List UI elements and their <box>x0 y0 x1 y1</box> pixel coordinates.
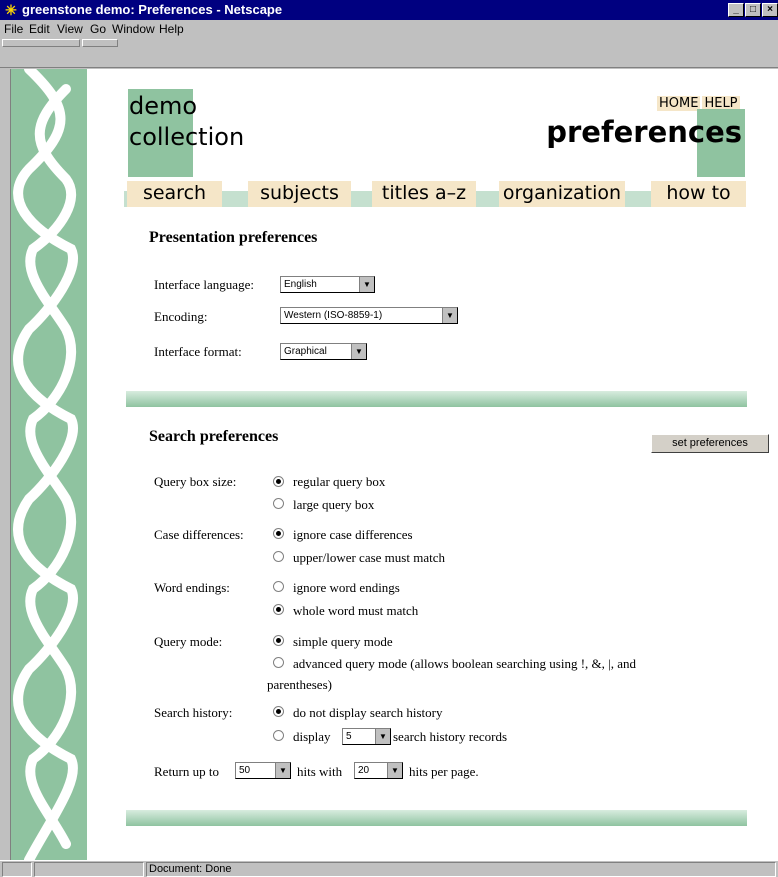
history-count-select[interactable]: 5 ▼ <box>342 728 391 745</box>
advanced-query-mode-radio[interactable] <box>273 657 284 668</box>
set-preferences-button[interactable]: set preferences <box>651 434 769 453</box>
page-content: demo collection HOME HELP preferences sea… <box>10 69 778 860</box>
menu-help[interactable]: Help <box>159 22 184 36</box>
display-history-radio[interactable] <box>273 730 284 741</box>
regular-query-box-label: regular query box <box>293 474 386 489</box>
large-query-box-label: large query box <box>293 497 375 512</box>
return-up-to-label: Return up to <box>154 764 219 779</box>
regular-query-box-radio[interactable] <box>273 476 284 487</box>
window-title-bar: ✳ greenstone demo: Preferences - Netscap… <box>0 0 778 20</box>
dropdown-arrow-icon: ▼ <box>359 277 374 292</box>
navigation-bar: search subjects titles a–z organization … <box>124 181 746 207</box>
search-history-label: Search history: <box>154 705 233 720</box>
interface-format-select[interactable]: Graphical ▼ <box>280 343 367 360</box>
interface-format-value: Graphical <box>284 346 327 357</box>
advanced-query-mode-label: advanced query mode (allows boolean sear… <box>293 656 637 671</box>
whole-word-label: whole word must match <box>293 603 419 618</box>
encoding-label: Encoding: <box>154 309 208 324</box>
dropdown-arrow-icon: ▼ <box>351 344 366 359</box>
advanced-query-mode-label-cont: parentheses) <box>267 677 332 692</box>
home-link[interactable]: HOME <box>657 96 701 111</box>
menu-edit[interactable]: Edit <box>29 22 50 36</box>
section-divider <box>126 810 747 826</box>
max-hits-value: 50 <box>239 765 251 776</box>
decorative-braid <box>11 69 87 860</box>
dropdown-arrow-icon: ▼ <box>275 763 290 778</box>
collection-name-line1: demo <box>129 92 198 120</box>
simple-query-mode-label: simple query mode <box>293 634 393 649</box>
section-divider <box>126 391 747 407</box>
ignore-word-endings-label: ignore word endings <box>293 580 400 595</box>
large-query-box-radio[interactable] <box>273 498 284 509</box>
close-button[interactable]: × <box>762 3 778 17</box>
hits-with-label: hits with <box>297 764 343 779</box>
window-title: greenstone demo: Preferences - Netscape <box>22 2 283 17</box>
history-records-label: search history records <box>393 729 508 744</box>
interface-format-label: Interface format: <box>154 344 242 359</box>
no-history-label: do not display search history <box>293 705 443 720</box>
toolbar-grip-handle[interactable] <box>2 39 80 47</box>
status-text: Document: Done <box>146 862 776 877</box>
no-history-radio[interactable] <box>273 706 284 717</box>
interface-language-select[interactable]: English ▼ <box>280 276 375 293</box>
case-match-radio[interactable] <box>273 551 284 562</box>
menu-view[interactable]: View <box>57 22 83 36</box>
encoding-select[interactable]: Western (ISO-8859-1) ▼ <box>280 307 458 324</box>
whole-word-radio[interactable] <box>273 604 284 615</box>
dropdown-arrow-icon: ▼ <box>387 763 402 778</box>
encoding-value: Western (ISO-8859-1) <box>284 310 383 321</box>
toolbar-grip-handle[interactable] <box>82 39 118 47</box>
hits-per-page-label: hits per page. <box>409 764 479 779</box>
history-count-value: 5 <box>346 731 352 742</box>
security-lock-icon[interactable] <box>2 862 32 877</box>
interface-language-label: Interface language: <box>154 277 254 292</box>
tab-how-to[interactable]: how to <box>651 181 746 207</box>
case-differences-label: Case differences: <box>154 527 244 542</box>
progress-cell <box>34 862 144 877</box>
menu-go[interactable]: Go <box>90 22 106 36</box>
toolbar-strip <box>0 38 778 68</box>
menu-window[interactable]: Window <box>112 22 155 36</box>
ignore-case-label: ignore case differences <box>293 527 413 542</box>
minimize-button[interactable]: _ <box>728 3 744 17</box>
collection-logo[interactable]: demo collection <box>129 91 244 153</box>
query-box-size-label: Query box size: <box>154 474 237 489</box>
tab-titles-a-z[interactable]: titles a–z <box>372 181 476 207</box>
simple-query-mode-radio[interactable] <box>273 635 284 646</box>
tab-subjects[interactable]: subjects <box>248 181 351 207</box>
display-history-label: display <box>293 729 331 744</box>
tab-search[interactable]: search <box>127 181 222 207</box>
ignore-word-endings-radio[interactable] <box>273 581 284 592</box>
collection-name-line2: collection <box>129 123 245 151</box>
tab-organization[interactable]: organization <box>499 181 625 207</box>
menu-bar: File Edit View Go Window Help <box>0 20 778 38</box>
case-match-label: upper/lower case must match <box>293 550 445 565</box>
dropdown-arrow-icon: ▼ <box>442 308 457 323</box>
hits-per-page-select[interactable]: 20 ▼ <box>354 762 403 779</box>
presentation-preferences-heading: Presentation preferences <box>149 229 318 246</box>
maximize-button[interactable]: □ <box>745 3 761 17</box>
page-title: preferences <box>546 115 742 149</box>
search-preferences-heading: Search preferences <box>149 428 279 445</box>
word-endings-label: Word endings: <box>154 580 230 595</box>
netscape-app-icon: ✳ <box>5 2 17 18</box>
ignore-case-radio[interactable] <box>273 528 284 539</box>
hits-per-page-value: 20 <box>358 765 370 776</box>
interface-language-value: English <box>284 279 317 290</box>
dropdown-arrow-icon: ▼ <box>375 729 390 744</box>
status-bar: Document: Done <box>0 860 778 877</box>
max-hits-select[interactable]: 50 ▼ <box>235 762 291 779</box>
query-mode-label: Query mode: <box>154 634 223 649</box>
menu-file[interactable]: File <box>4 22 23 36</box>
